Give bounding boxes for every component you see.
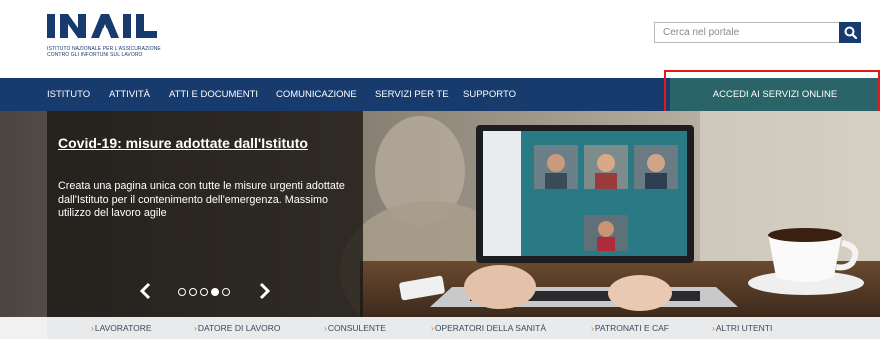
carousel-dot-5[interactable] (222, 288, 230, 296)
carousel-dot-4-active[interactable] (211, 288, 219, 296)
chevron-right-icon: › (591, 323, 594, 333)
link-patronati-e-caf[interactable]: ›PATRONATI E CAF (591, 317, 669, 339)
link-label: ALTRI UTENTI (715, 323, 773, 333)
nav-item-atti-e-documenti[interactable]: ATTI E DOCUMENTI (169, 78, 258, 111)
link-consulente[interactable]: ›CONSULENTE (324, 317, 386, 339)
link-label: PATRONATI E CAF (594, 323, 669, 333)
chevron-left-icon (139, 282, 151, 300)
hero-title-link[interactable]: Covid-19: misure adottate dall'Istituto (58, 135, 308, 151)
link-datore-di-lavoro[interactable]: ›DATORE DI LAVORO (194, 317, 281, 339)
nav-item-comunicazione[interactable]: COMUNICAZIONE (276, 78, 357, 111)
chevron-right-icon: › (324, 323, 327, 333)
logo-subtitle: ISTITUTO NAZIONALE PER L'ASSICURAZIONE C… (47, 46, 161, 58)
link-label: DATORE DI LAVORO (197, 323, 281, 333)
link-operatori-della-sanita[interactable]: ›OPERATORI DELLA SANITÀ (431, 317, 546, 339)
search-button[interactable] (839, 22, 861, 43)
search-bar (654, 22, 864, 43)
carousel-dot-3[interactable] (200, 288, 208, 296)
link-lavoratore[interactable]: ›LAVORATORE (91, 317, 152, 339)
logo-subtitle-line2: CONTRO GLI INFORTUNI SUL LAVORO (47, 52, 143, 58)
nav-item-istituto[interactable]: ISTITUTO (47, 78, 90, 111)
link-altri-utenti[interactable]: ›ALTRI UTENTI (712, 317, 772, 339)
main-nav: ISTITUTO ATTIVITÀ ATTI E DOCUMENTI COMUN… (0, 78, 880, 111)
link-label: OPERATORI DELLA SANITÀ (434, 323, 547, 333)
chevron-right-icon: › (712, 323, 715, 333)
site-header: ISTITUTO NAZIONALE PER L'ASSICURAZIONE C… (0, 0, 880, 78)
chevron-right-icon: › (431, 323, 434, 333)
carousel-dot-1[interactable] (178, 288, 186, 296)
carousel-dot-2[interactable] (189, 288, 197, 296)
link-label: CONSULENTE (327, 323, 386, 333)
chevron-right-icon (259, 282, 271, 300)
audience-links-bar: ›LAVORATORE ›DATORE DI LAVORO ›CONSULENT… (0, 317, 880, 339)
inail-logo[interactable]: ISTITUTO NAZIONALE PER L'ASSICURAZIONE C… (47, 12, 177, 62)
hero-description: Creata una pagina unica con tutte le mis… (58, 180, 345, 219)
chevron-right-icon: › (194, 323, 197, 333)
nav-item-servizi-per-te[interactable]: SERVIZI PER TE (375, 78, 449, 111)
chevron-right-icon: › (91, 323, 94, 333)
hero-carousel: Covid-19: misure adottate dall'Istituto … (0, 111, 880, 317)
carousel-next-button[interactable] (259, 282, 271, 304)
logo-wordmark (47, 14, 157, 38)
accedi-servizi-online-button[interactable]: ACCEDI AI SERVIZI ONLINE (670, 78, 880, 111)
search-icon (844, 26, 857, 39)
search-input[interactable] (654, 22, 839, 43)
link-label: LAVORATORE (94, 323, 152, 333)
carousel-indicators (178, 288, 230, 296)
nav-item-supporto[interactable]: SUPPORTO (463, 78, 516, 111)
nav-item-attivita[interactable]: ATTIVITÀ (109, 78, 150, 111)
carousel-prev-button[interactable] (139, 282, 151, 304)
